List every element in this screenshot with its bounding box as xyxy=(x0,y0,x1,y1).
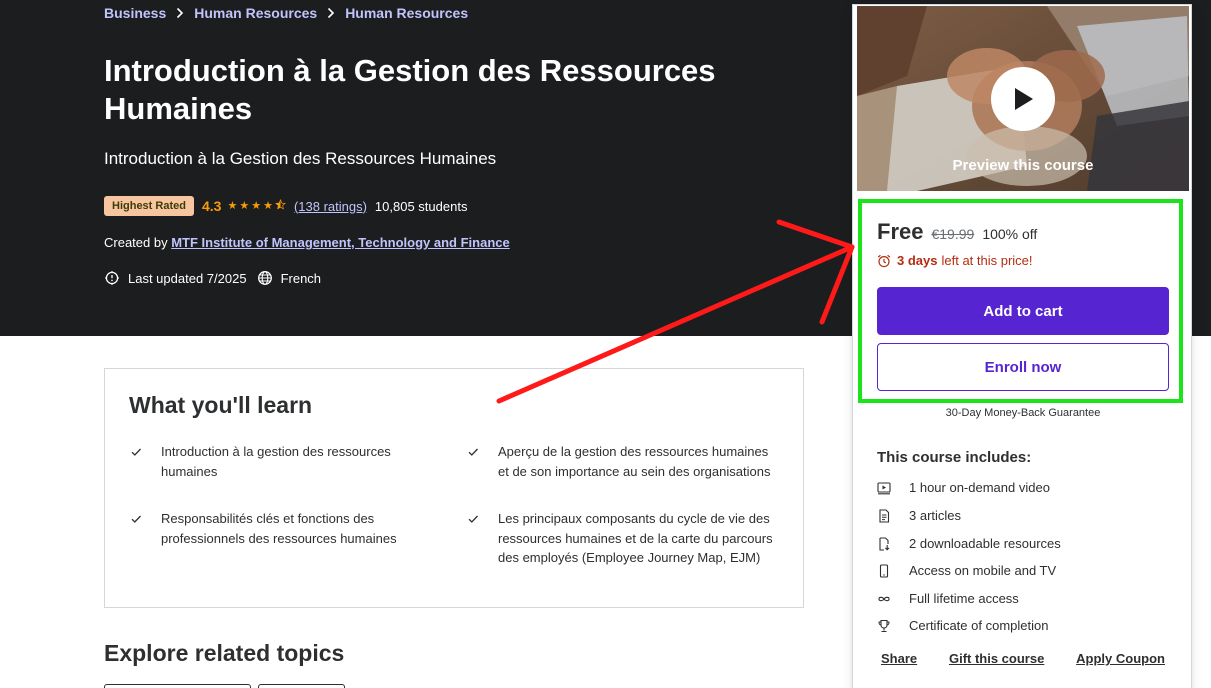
check-icon xyxy=(466,509,498,568)
learn-title: What you'll learn xyxy=(129,392,313,418)
learn-item-text: Responsabilités clés et fonctions des pr… xyxy=(161,511,397,546)
check-icon xyxy=(466,442,498,481)
learn-item-text: Introduction à la gestion des ressources… xyxy=(161,444,391,479)
course-preview[interactable]: Preview this course xyxy=(857,6,1189,191)
star-rating: ★ ★ ★ ★ xyxy=(227,199,288,213)
infinity-icon xyxy=(877,592,909,606)
created-by-label: Created by xyxy=(104,235,168,250)
chevron-right-icon xyxy=(327,7,335,19)
check-icon xyxy=(129,509,161,548)
star-full-icon: ★ xyxy=(239,200,250,212)
enroll-now-button[interactable]: Enroll now xyxy=(877,343,1169,391)
ratings-count-link[interactable]: (138 ratings) xyxy=(294,199,367,214)
last-updated: Last updated 7/2025 xyxy=(128,270,247,286)
include-item: Certificate of completion xyxy=(877,618,1048,633)
globe-icon xyxy=(257,270,273,286)
breadcrumb: Business Human Resources Human Resources xyxy=(104,5,468,21)
current-price: Free xyxy=(877,219,924,244)
include-item: 2 downloadable resources xyxy=(877,536,1061,551)
apply-coupon-link[interactable]: Apply Coupon xyxy=(1076,651,1165,666)
learn-item-text: Les principaux composants du cycle de vi… xyxy=(498,511,773,565)
include-item: 3 articles xyxy=(877,508,961,523)
alert-clock-icon xyxy=(104,270,120,286)
course-language: French xyxy=(280,270,322,286)
students-count: 10,805 students xyxy=(374,198,468,214)
video-icon xyxy=(877,481,909,495)
learn-item: Responsabilités clés et fonctions des pr… xyxy=(129,509,441,548)
star-full-icon: ★ xyxy=(227,200,238,212)
price-countdown: 3 days left at this price! xyxy=(877,253,1033,268)
rating-row: Highest Rated 4.3 ★ ★ ★ ★ (138 ratings) … xyxy=(104,195,467,217)
learn-item: Aperçu de la gestion des ressources huma… xyxy=(466,442,778,481)
alarm-clock-icon xyxy=(877,254,891,268)
share-link[interactable]: Share xyxy=(881,651,917,666)
include-item-label: 2 downloadable resources xyxy=(909,536,1061,551)
price-row: Free €19.99 100% off xyxy=(877,219,1037,245)
rating-value: 4.3 xyxy=(201,198,222,214)
star-full-icon: ★ xyxy=(263,200,273,212)
include-item: Full lifetime access xyxy=(877,591,1019,606)
article-icon xyxy=(877,508,909,523)
mobile-icon xyxy=(877,563,909,578)
instructor-link[interactable]: MTF Institute of Management, Technology … xyxy=(171,235,510,250)
course-meta: Last updated 7/2025 French xyxy=(104,270,321,286)
include-item-label: Access on mobile and TV xyxy=(909,563,1057,578)
countdown-text: left at this price! xyxy=(941,253,1033,268)
related-topic-pill[interactable] xyxy=(104,684,251,688)
created-by: Created by MTF Institute of Management, … xyxy=(104,235,510,250)
countdown-days: 3 days xyxy=(897,253,938,268)
gift-course-link[interactable]: Gift this course xyxy=(949,651,1044,666)
course-subtitle: Introduction à la Gestion des Ressources… xyxy=(104,149,497,168)
add-to-cart-button[interactable]: Add to cart xyxy=(877,287,1169,335)
include-item-label: Certificate of completion xyxy=(909,618,1049,633)
star-full-icon: ★ xyxy=(251,200,262,212)
what-youll-learn: What you'll learn Introduction à la gest… xyxy=(104,368,804,608)
related-topic-pill[interactable] xyxy=(258,684,345,688)
include-item-label: 3 articles xyxy=(909,508,962,523)
highest-rated-badge: Highest Rated xyxy=(104,196,194,216)
trophy-icon xyxy=(877,619,909,633)
star-half-icon xyxy=(275,199,286,213)
related-topics-title: Explore related topics xyxy=(104,640,345,666)
learn-item: Introduction à la gestion des ressources… xyxy=(129,442,441,481)
play-icon[interactable] xyxy=(991,67,1055,131)
check-icon xyxy=(129,442,161,481)
include-item-label: Full lifetime access xyxy=(909,591,1019,606)
preview-label[interactable]: Preview this course xyxy=(857,157,1189,174)
page-title: Introduction à la Gestion des Ressources… xyxy=(104,53,716,126)
purchase-sidebar: Preview this course Free €19.99 100% off… xyxy=(852,4,1192,688)
sidebar-links: Share Gift this course Apply Coupon xyxy=(853,651,1193,666)
include-item: 1 hour on-demand video xyxy=(877,480,1050,495)
include-item-label: 1 hour on-demand video xyxy=(909,480,1050,495)
breadcrumb-item-business[interactable]: Business xyxy=(104,5,166,21)
includes-title: This course includes: xyxy=(877,449,1032,466)
breadcrumb-item-human-resources[interactable]: Human Resources xyxy=(194,5,317,21)
original-price: €19.99 xyxy=(931,226,975,242)
include-item: Access on mobile and TV xyxy=(877,563,1056,578)
learn-item-text: Aperçu de la gestion des ressources huma… xyxy=(498,444,771,479)
breadcrumb-item-human-resources-topic[interactable]: Human Resources xyxy=(345,5,468,21)
learn-item: Les principaux composants du cycle de vi… xyxy=(466,509,778,568)
discount-percent: 100% off xyxy=(982,226,1038,242)
chevron-right-icon xyxy=(176,7,184,19)
download-icon xyxy=(877,536,909,551)
money-back-guarantee: 30-Day Money-Back Guarantee xyxy=(945,407,1101,419)
